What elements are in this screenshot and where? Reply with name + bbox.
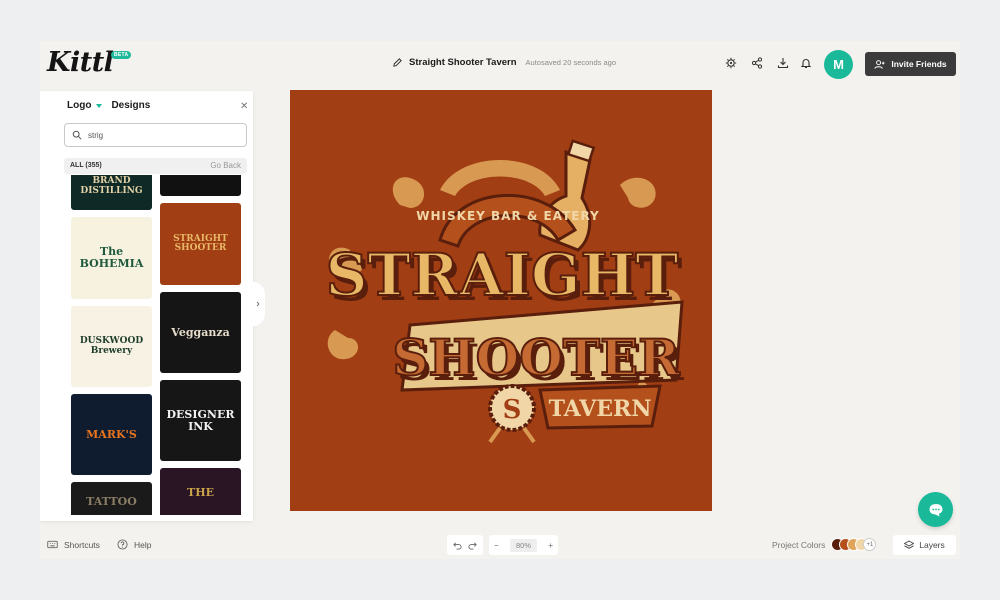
- invite-friends-button[interactable]: Invite Friends: [865, 52, 956, 76]
- search-icon: [72, 130, 82, 140]
- monogram-letter: S: [503, 395, 522, 425]
- settings-icon[interactable]: [724, 56, 738, 70]
- results-count: ALL (355): [70, 162, 102, 169]
- undo-icon[interactable]: [453, 541, 462, 550]
- search-input[interactable]: [88, 130, 238, 140]
- results-bar: ALL (355) Go Back: [64, 158, 247, 174]
- share-icon[interactable]: [750, 56, 764, 70]
- layers-button[interactable]: Layers: [893, 535, 956, 555]
- add-user-icon: [874, 59, 885, 69]
- design-thumbnail[interactable]: STRAIGHT SHOOTER: [160, 203, 241, 285]
- design-thumbnail[interactable]: [160, 175, 241, 196]
- design-thumbnail[interactable]: BRAND DISTILLING: [71, 175, 152, 210]
- project-colors-label: Project Colors: [772, 539, 826, 550]
- tab-logo[interactable]: Logo: [67, 100, 91, 111]
- search-box[interactable]: [64, 123, 247, 147]
- tavern-logo-artwork[interactable]: WHISKEY BAR & EATERY STRAIGHT STRAIGHT S…: [290, 90, 712, 511]
- bell-icon[interactable]: [799, 56, 813, 70]
- panel-header: Logo Designs: [67, 100, 150, 111]
- rope-tails: [488, 426, 536, 444]
- kittl-logo[interactable]: Kittl: [47, 47, 114, 78]
- designs-panel: Logo Designs ✕ ALL (355) Go Back BRANDDI…: [40, 91, 253, 521]
- design-thumbnail[interactable]: TATTOO: [71, 482, 152, 515]
- user-avatar[interactable]: M: [824, 50, 853, 79]
- help-label: Help: [134, 539, 152, 550]
- project-colors[interactable]: Project Colors +1: [772, 538, 877, 551]
- top-bar: Kittl BETA Straight Shooter Tavern Autos…: [40, 41, 960, 85]
- shortcuts-button[interactable]: Shortcuts: [47, 539, 100, 550]
- design-artboard[interactable]: WHISKEY BAR & EATERY STRAIGHT STRAIGHT S…: [290, 90, 712, 511]
- headline-straight: STRAIGHT: [326, 241, 679, 309]
- design-thumbnail[interactable]: The BOHEMIA: [71, 217, 152, 299]
- beta-badge: BETA: [111, 51, 132, 59]
- help-button[interactable]: Help: [117, 539, 151, 550]
- zoom-level[interactable]: 80%: [509, 538, 537, 552]
- shortcuts-label: Shortcuts: [64, 539, 100, 550]
- app-window: Kittl BETA Straight Shooter Tavern Autos…: [40, 41, 960, 559]
- chevron-right-icon: [256, 301, 260, 307]
- download-icon[interactable]: [776, 56, 790, 70]
- design-thumbnail[interactable]: DUSKWOOD Brewery: [71, 306, 152, 387]
- design-thumbnail[interactable]: Vegganza: [160, 292, 241, 373]
- tagline-text: WHISKEY BAR & EATERY: [416, 209, 599, 223]
- zoom-in-button[interactable]: +: [548, 541, 553, 550]
- help-icon: [117, 539, 128, 550]
- tavern-text: TAVERN: [549, 396, 652, 422]
- chat-support-button[interactable]: [918, 492, 953, 527]
- autosave-status: Autosaved 20 seconds ago: [525, 58, 616, 67]
- color-swatches[interactable]: +1: [831, 538, 877, 551]
- close-icon[interactable]: ✕: [240, 102, 248, 112]
- history-controls: [447, 535, 483, 555]
- chat-bubble-icon: [929, 503, 942, 516]
- redo-icon[interactable]: [468, 541, 477, 550]
- headline-shooter: SHOOTER: [392, 328, 680, 387]
- zoom-out-button[interactable]: −: [494, 541, 499, 550]
- design-thumbnail[interactable]: MARK'S: [71, 394, 152, 475]
- pencil-icon: [393, 58, 402, 67]
- design-grid: BRAND DISTILLING The BOHEMIA STRAIGHT SHOOT…: [64, 175, 249, 515]
- zoom-control: − 80% +: [489, 535, 558, 555]
- keyboard-icon: [47, 540, 58, 549]
- design-thumbnail[interactable]: THE: [160, 468, 241, 515]
- chevron-down-icon[interactable]: [96, 103, 103, 108]
- invite-friends-label: Invite Friends: [891, 59, 947, 69]
- panel-collapse-tab[interactable]: [251, 282, 265, 326]
- tab-designs[interactable]: Designs: [111, 100, 150, 111]
- project-title[interactable]: Straight Shooter Tavern: [409, 57, 517, 68]
- go-back-link[interactable]: Go Back: [210, 161, 241, 170]
- more-colors-badge[interactable]: +1: [863, 538, 877, 551]
- design-thumbnail[interactable]: DESIGNER INK: [160, 380, 241, 461]
- layers-label: Layers: [919, 540, 945, 550]
- layers-icon: [904, 540, 915, 549]
- project-title-area[interactable]: Straight Shooter Tavern Autosaved 20 sec…: [392, 57, 616, 68]
